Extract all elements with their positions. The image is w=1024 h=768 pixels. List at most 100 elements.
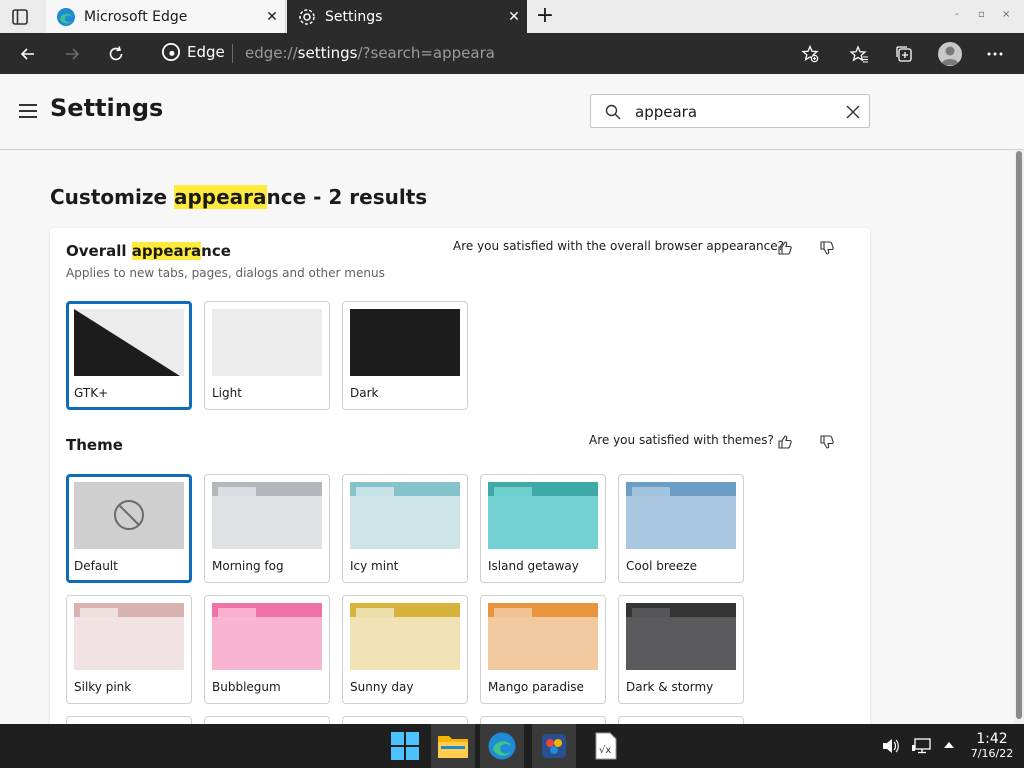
ellipsis-icon [987, 52, 1003, 56]
theme-option-morning-fog[interactable]: Morning fog [204, 474, 330, 583]
search-highlight: appeara [131, 242, 202, 260]
url-host: settings [297, 44, 358, 62]
heading-text: nce - 2 results [266, 185, 428, 209]
theme-option-cool-breeze[interactable]: Cool breeze [618, 474, 744, 583]
address-field[interactable]: edge://settings/?search=appeara [245, 44, 495, 62]
theme-option-icy-mint[interactable]: Icy mint [342, 474, 468, 583]
system-clock[interactable]: 1:42 7/16/22 [964, 731, 1020, 760]
svg-text:√x: √x [599, 745, 611, 756]
url-scheme: edge:// [245, 44, 298, 62]
overall-appearance-subtitle: Applies to new tabs, pages, dialogs and … [66, 266, 385, 280]
edge-logo-icon [488, 732, 516, 760]
more-options-button[interactable] [982, 41, 1008, 67]
theme-tile-partial[interactable] [342, 716, 468, 724]
start-button[interactable] [383, 724, 427, 768]
folder-icon [438, 736, 468, 758]
site-identity[interactable]: Edge [162, 43, 225, 61]
clear-search-icon[interactable] [845, 104, 861, 120]
theme-option-silky-pink[interactable]: Silky pink [66, 595, 192, 704]
page-title: Settings [50, 94, 164, 122]
tile-label: Island getaway [488, 559, 579, 573]
theme-option-dark-stormy[interactable]: Dark & stormy [618, 595, 744, 704]
favorites-button[interactable] [846, 41, 872, 67]
theme-tile-partial[interactable] [66, 716, 192, 724]
minimize-button[interactable]: - [955, 9, 959, 20]
theme-title: Theme [66, 436, 123, 454]
thumbs-down-icon[interactable] [819, 240, 835, 256]
dark-preview [350, 309, 460, 376]
tile-label: Silky pink [74, 680, 132, 694]
theme-option-mango-paradise[interactable]: Mango paradise [480, 595, 606, 704]
forward-button[interactable] [59, 41, 85, 67]
tab-settings[interactable]: Settings ✕ [287, 0, 527, 33]
browser-toolbar: Edge edge://settings/?search=appeara [0, 33, 1024, 74]
tile-label: Morning fog [212, 559, 284, 573]
edge-logo-icon [162, 43, 180, 61]
tab-title: Settings [325, 8, 383, 25]
speaker-icon[interactable] [882, 738, 900, 754]
star-plus-icon [801, 44, 819, 63]
search-input[interactable] [635, 101, 825, 123]
thumbs-down-icon[interactable] [819, 434, 835, 450]
appearance-option-light[interactable]: Light [204, 301, 330, 410]
chevron-up-icon[interactable] [943, 740, 955, 750]
tab-close-button[interactable]: ✕ [259, 9, 285, 25]
collections-button[interactable] [891, 41, 917, 67]
close-window-button[interactable]: × [1002, 9, 1010, 20]
new-tab-button[interactable]: + [533, 4, 557, 28]
tab-strip: Microsoft Edge ✕ Settings ✕ + - ▫ × [0, 0, 1024, 33]
theme-tile-partial[interactable] [204, 716, 330, 724]
app-taskbar-button[interactable] [532, 724, 576, 768]
scrollbar-thumb[interactable] [1016, 151, 1022, 719]
add-favorite-button[interactable] [797, 41, 823, 67]
theme-preview [74, 482, 184, 549]
tab-actions-icon[interactable] [10, 7, 30, 27]
settings-content: Customize appearance - 2 results Overall… [0, 151, 1014, 724]
paint-app-icon [542, 734, 566, 758]
hamburger-menu-icon[interactable] [19, 104, 37, 118]
appearance-option-dark[interactable]: Dark [342, 301, 468, 410]
tab-title: Microsoft Edge [84, 8, 188, 25]
blocked-icon [114, 500, 144, 530]
theme-preview [212, 482, 322, 549]
theme-tile-partial[interactable] [618, 716, 744, 724]
theme-option-sunny-day[interactable]: Sunny day [342, 595, 468, 704]
thumbs-up-icon[interactable] [777, 240, 793, 256]
gear-icon [297, 7, 317, 27]
results-heading: Customize appearance - 2 results [50, 185, 427, 209]
scrollbar[interactable] [1014, 151, 1024, 724]
title-text: Overall [66, 242, 132, 260]
collections-icon [896, 46, 912, 62]
math-app-taskbar-button[interactable]: √x [584, 724, 628, 768]
light-preview [212, 309, 322, 376]
tile-label: Dark [350, 386, 379, 400]
profile-avatar[interactable] [938, 42, 962, 66]
file-explorer-button[interactable] [431, 724, 475, 768]
arrow-left-icon [20, 48, 34, 60]
appearance-card: Overall appearance Applies to new tabs, … [50, 228, 870, 724]
theme-option-bubblegum[interactable]: Bubblegum [204, 595, 330, 704]
tile-label: Bubblegum [212, 680, 281, 694]
overall-appearance-title: Overall appearance [66, 242, 231, 260]
thumbs-up-icon[interactable] [777, 434, 793, 450]
taskbar: √x 1:42 7/16/22 [0, 724, 1024, 768]
theme-preview [74, 603, 184, 670]
network-icon[interactable] [912, 738, 932, 754]
back-button[interactable] [15, 41, 41, 67]
appearance-option-gtk[interactable]: GTK+ [66, 301, 192, 410]
search-icon [605, 104, 621, 120]
theme-preview [626, 603, 736, 670]
maximize-button[interactable]: ▫ [978, 9, 985, 20]
tab-close-button[interactable]: ✕ [501, 9, 527, 25]
theme-preview [212, 603, 322, 670]
tab-microsoft-edge[interactable]: Microsoft Edge ✕ [46, 0, 286, 33]
refresh-button[interactable] [103, 41, 129, 67]
site-label: Edge [187, 43, 225, 61]
theme-option-default[interactable]: Default [66, 474, 192, 583]
windows-logo-icon [391, 732, 419, 760]
edge-taskbar-button[interactable] [480, 724, 524, 768]
settings-search[interactable] [590, 94, 870, 128]
theme-option-island-getaway[interactable]: Island getaway [480, 474, 606, 583]
overall-feedback-question: Are you satisfied with the overall brows… [453, 239, 784, 253]
theme-tile-partial[interactable] [480, 716, 606, 724]
